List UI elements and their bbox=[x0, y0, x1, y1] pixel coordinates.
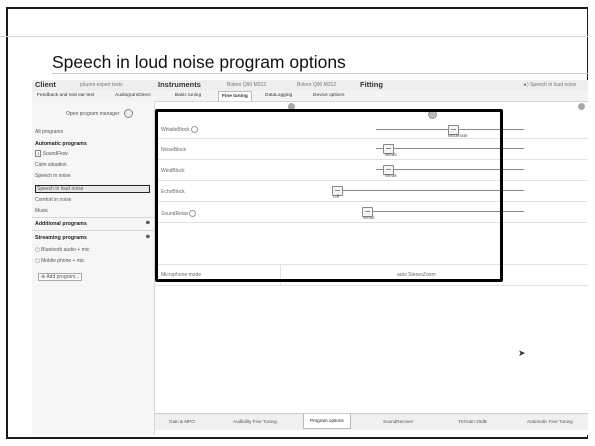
tab-audiogramdirect[interactable]: AudiogramDirect bbox=[112, 93, 154, 98]
program-soundflow[interactable]: 1 SoundFlow bbox=[35, 150, 68, 157]
right-side-icon bbox=[578, 103, 585, 110]
program-bluetooth[interactable]: ▢ Bluetooth audio + mic bbox=[35, 247, 89, 253]
program-sidebar: Open program manager All programs Automa… bbox=[32, 101, 155, 435]
program-music[interactable]: Music bbox=[35, 208, 48, 214]
sidebar-divider-2 bbox=[32, 230, 154, 231]
options-highlight-box bbox=[155, 109, 503, 282]
all-programs-item[interactable]: All programs bbox=[35, 129, 63, 135]
program-soundflow-label: SoundFlow bbox=[42, 151, 68, 157]
program-mobile-label: Mobile phone + mic bbox=[41, 258, 85, 264]
add-icon: ⊕ bbox=[41, 274, 46, 280]
instrument-right: Bolero Q90 M312 bbox=[297, 82, 337, 88]
header-divider bbox=[0, 36, 588, 37]
instrument-left: Bolero Q90 M312 bbox=[227, 82, 267, 88]
tab-datalogging[interactable]: DataLogging bbox=[262, 93, 295, 98]
fitting-label[interactable]: Fitting bbox=[360, 80, 383, 89]
program-speech-loud-noise[interactable]: Speech in loud noise bbox=[35, 185, 150, 193]
current-program-indicator: ◄) Speech in loud noise bbox=[522, 82, 577, 88]
client-name: pöunm expert tests bbox=[80, 82, 123, 88]
tab-tk-gain[interactable]: TK/Gain 20dB bbox=[458, 419, 487, 424]
tab-audibility-fine-tuning[interactable]: Audibility Fine Tuning bbox=[233, 419, 277, 424]
open-manager-label: Open program manager bbox=[66, 110, 120, 117]
program-manager-icon[interactable] bbox=[123, 109, 133, 118]
tab-program-options[interactable]: Program options bbox=[303, 414, 351, 429]
program-number-icon: 1 bbox=[35, 150, 42, 157]
tab-feedback[interactable]: Feedback and real ear test bbox=[34, 93, 97, 98]
tab-basic-tuning[interactable]: Basic tuning bbox=[172, 93, 204, 98]
mouse-cursor-icon: ➤ bbox=[518, 348, 526, 358]
slide-title: Speech in loud noise program options bbox=[52, 52, 346, 72]
add-streaming-icon[interactable]: ⊕ bbox=[146, 234, 150, 240]
add-additional-icon[interactable]: ⊕ bbox=[146, 220, 150, 226]
program-calm[interactable]: Calm situation bbox=[35, 162, 67, 168]
instruments-label[interactable]: Instruments bbox=[158, 80, 201, 89]
bottom-tab-bar: Gain & MPO Audibility Fine Tuning Progra… bbox=[155, 413, 588, 430]
open-program-manager[interactable]: Open program manager bbox=[66, 109, 133, 118]
bluetooth-icon: ▢ bbox=[35, 247, 40, 253]
automatic-programs-header: Automatic programs bbox=[35, 141, 87, 147]
tab-gain-mpo[interactable]: Gain & MPO bbox=[169, 419, 195, 424]
program-comfort[interactable]: Comfort in noise bbox=[35, 197, 71, 203]
title-divider bbox=[52, 73, 588, 74]
tab-soundrecover[interactable]: SoundRecover bbox=[383, 419, 413, 424]
tab-automatic-fine-tuning[interactable]: Automatic Fine Tuning bbox=[527, 419, 573, 424]
tab-device-options[interactable]: Device options bbox=[310, 93, 347, 98]
add-program-label: Add program... bbox=[46, 274, 80, 280]
additional-programs-header: Additional programs bbox=[35, 221, 87, 227]
tab-fine-tuning[interactable]: Fine tuning bbox=[218, 91, 252, 101]
add-program-button[interactable]: ⊕ Add program... bbox=[38, 273, 83, 281]
program-speech-noise[interactable]: Speech in noise bbox=[35, 173, 71, 179]
client-label[interactable]: Client bbox=[35, 80, 56, 89]
phone-icon: ▢ bbox=[35, 258, 40, 264]
program-mobile[interactable]: ▢ Mobile phone + mic bbox=[35, 258, 85, 264]
streaming-programs-header: Streaming programs bbox=[35, 235, 87, 241]
sidebar-divider bbox=[32, 217, 154, 218]
program-bluetooth-label: Bluetooth audio + mic bbox=[41, 247, 90, 253]
